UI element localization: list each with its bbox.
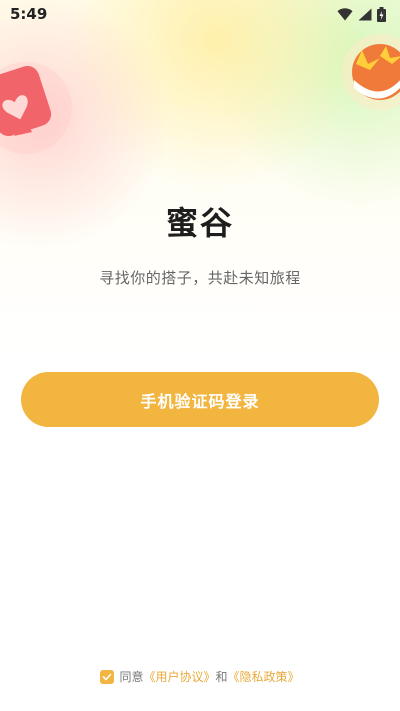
agreement-checkbox[interactable] — [100, 669, 115, 684]
wifi-icon — [337, 7, 353, 21]
agreement-conjunction: 和 — [215, 670, 228, 684]
agreement-prefix: 同意 — [119, 670, 144, 684]
status-time: 5:49 — [10, 5, 48, 23]
heart-bubble-icon — [0, 48, 76, 158]
agreement-row: 同意 《用户协议》 和 《隐私政策》 — [0, 668, 400, 685]
signal-icon — [358, 8, 372, 21]
user-agreement-link[interactable]: 《用户协议》 — [143, 668, 215, 685]
app-title: 蜜谷 — [165, 204, 234, 242]
check-icon — [103, 673, 112, 680]
phone-login-button[interactable]: 手机验证码登录 — [21, 372, 379, 427]
privacy-policy-link[interactable]: 《隐私政策》 — [228, 668, 300, 685]
battery-icon — [377, 6, 386, 22]
smile-sticker-icon — [340, 30, 400, 110]
app-slogan: 寻找你的搭子，共赴未知旅程 — [99, 269, 301, 287]
status-bar: 5:49 — [0, 0, 400, 28]
status-icons — [337, 6, 386, 22]
